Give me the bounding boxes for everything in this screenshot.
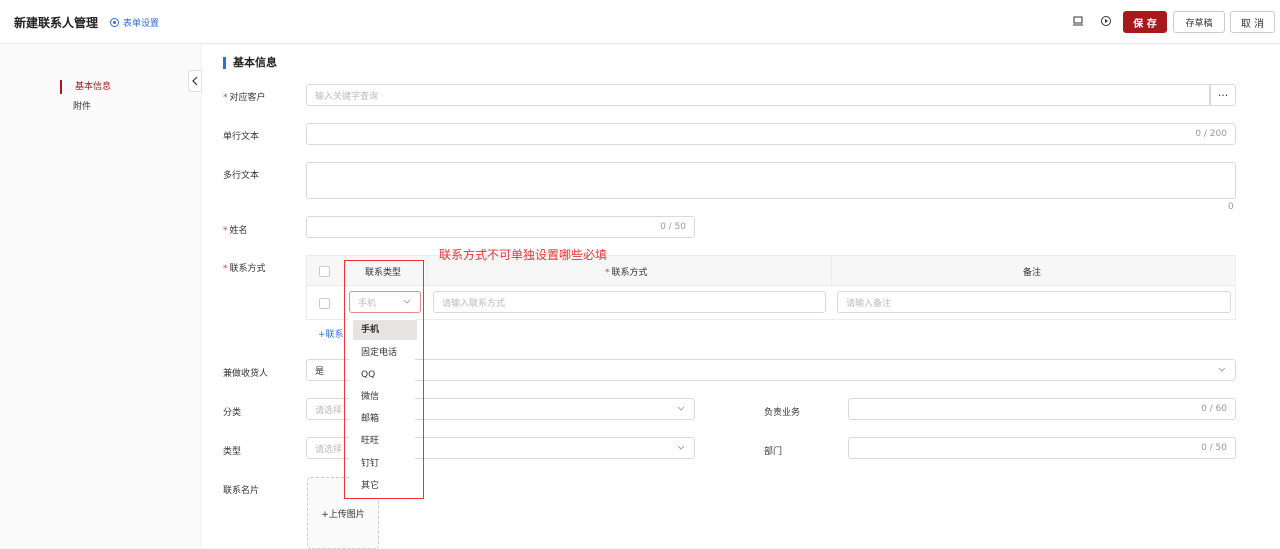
business-label: 负责业务: [764, 408, 801, 418]
contact-note-input[interactable]: 请输入备注: [837, 291, 1231, 313]
customer-label: * 对应客户: [223, 93, 266, 103]
multi-text-label: 多行文本: [223, 171, 260, 181]
save-button[interactable]: 保 存: [1123, 11, 1167, 33]
business-input[interactable]: 0 / 60: [848, 398, 1236, 420]
sidebar-item-attachments[interactable]: 附件: [60, 100, 91, 114]
laptop-icon[interactable]: [1072, 15, 1084, 27]
chevron-down-icon: [677, 406, 685, 411]
top-header: 新建联系人管理 表单设置 保 存 存草稿 取 消: [0, 0, 1280, 44]
name-label: * 姓名: [223, 226, 248, 236]
contact-table: 联系类型 * 联系方式 备注 手机 请输入联系方式 请输入备注: [306, 255, 1236, 320]
receiver-select[interactable]: 是: [306, 359, 1236, 381]
row-checkbox[interactable]: [319, 298, 330, 309]
single-text-label: 单行文本: [223, 132, 260, 142]
customer-input[interactable]: 输入关键字查询: [306, 84, 1210, 106]
business-counter: 0 / 60: [1201, 404, 1227, 414]
name-counter: 0 / 50: [660, 222, 686, 232]
category-label: 分类: [223, 408, 242, 418]
multi-text-counter: 0: [1228, 202, 1234, 212]
single-text-input[interactable]: 0 / 200: [306, 123, 1236, 145]
contact-method-input[interactable]: 请输入联系方式: [433, 291, 826, 313]
receiver-label: 兼做收货人: [223, 369, 269, 379]
section-title: 基本信息: [223, 57, 277, 69]
collapse-sidebar-button[interactable]: [188, 70, 202, 92]
form-settings-link[interactable]: 表单设置: [110, 16, 159, 29]
department-counter: 0 / 50: [1201, 443, 1227, 453]
card-label: 联系名片: [223, 486, 260, 496]
cancel-button[interactable]: 取 消: [1230, 11, 1275, 33]
sidebar: 基本信息 附件: [0, 45, 200, 548]
column-note: 备注: [1023, 268, 1042, 278]
gear-icon: [110, 18, 119, 27]
add-contact-link[interactable]: +联系: [318, 327, 344, 340]
play-circle-icon[interactable]: [1100, 15, 1112, 27]
contact-label: * 联系方式: [223, 264, 266, 274]
save-draft-button[interactable]: 存草稿: [1173, 11, 1225, 33]
department-label: 部门: [764, 447, 783, 457]
customer-lookup-button[interactable]: ···: [1210, 84, 1236, 106]
chevron-down-icon: [1218, 367, 1226, 372]
type-label: 类型: [223, 447, 242, 457]
single-text-counter: 0 / 200: [1195, 129, 1227, 139]
column-contact-method: * 联系方式: [605, 268, 648, 278]
name-input[interactable]: 0 / 50: [306, 216, 695, 238]
page-title: 新建联系人管理: [14, 16, 99, 30]
multi-text-textarea[interactable]: [306, 162, 1236, 199]
form-settings-label: 表单设置: [123, 19, 160, 29]
chevron-left-icon: [192, 76, 198, 86]
select-all-checkbox[interactable]: [319, 266, 330, 277]
sidebar-item-basic-info[interactable]: 基本信息: [60, 80, 111, 94]
annotation-text: 联系方式不可单独设置哪些必填: [439, 248, 608, 262]
annotation-highlight-box: [344, 260, 424, 499]
chevron-down-icon: [677, 445, 685, 450]
department-input[interactable]: 0 / 50: [848, 437, 1236, 459]
